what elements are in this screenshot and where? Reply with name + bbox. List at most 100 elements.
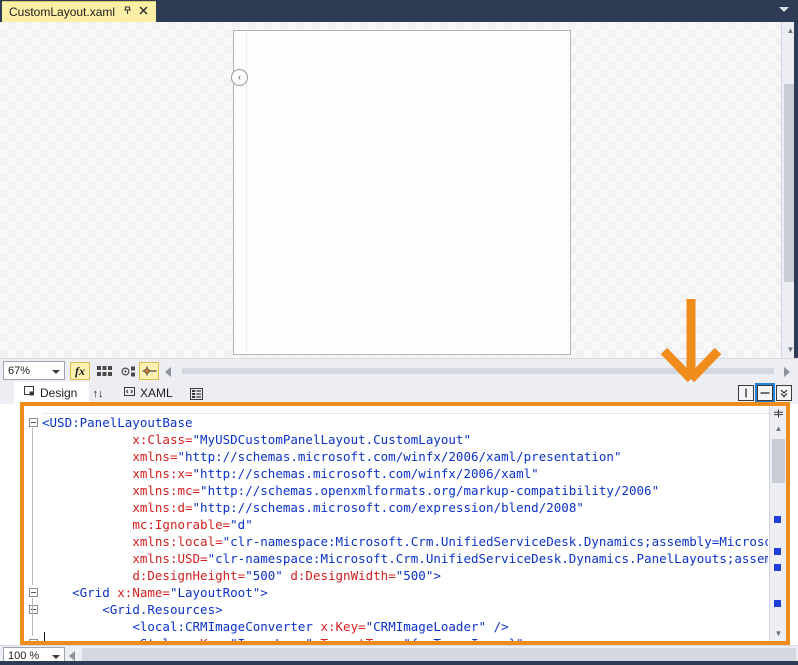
code-token: x:Key= [185,636,230,641]
close-icon[interactable] [138,5,151,19]
editor-outlining-gutter[interactable] [24,406,42,641]
scrollbar-change-marker [774,564,781,571]
code-token: d:DesignWidth= [290,568,396,583]
outlining-toggle[interactable] [24,601,42,618]
design-canvas-artboard[interactable] [233,30,571,355]
code-token: "CRMImageLoader" [365,619,487,634]
code-token: "ImageLogo" [230,636,313,641]
effects-fx-button[interactable]: fx [70,362,90,380]
code-token: xmlns:local= [132,534,223,549]
code-token: /> [486,619,509,634]
code-line: x:Class="MyUSDCustomPanelLayout.CustomLa… [42,431,768,448]
toolbar-scroll-left-icon[interactable] [165,367,171,377]
toolbar-scroll-right-icon[interactable] [784,367,790,377]
scroll-down-glyph: ▼ [774,629,783,638]
design-surface[interactable]: ‹ [0,22,798,358]
design-view-icon [24,386,35,400]
code-token: "http://schemas.openxmlformats.org/marku… [200,483,660,498]
collapse-box-icon[interactable] [28,639,38,641]
scrollbar-change-marker [774,600,781,607]
code-token: "500" [245,568,283,583]
code-token: "http://schemas.microsoft.com/winfx/2006… [177,449,622,464]
code-token: "LayoutRoot" [169,585,261,600]
grid-icon[interactable] [94,362,114,380]
hscroll-left-button[interactable] [69,651,75,661]
editor-vertical-scrollbar[interactable]: ▲ ▼ [769,406,786,641]
xaml-code-editor[interactable]: <USD:PanelLayoutBase x:Class="MyUSDCusto… [24,406,786,641]
editor-scroll-up-button[interactable]: ▲ [770,421,786,436]
code-line: <local:CRMImageConverter x:Key="CRMImage… [42,618,768,635]
code-line: mc:Ignorable="d" [42,516,768,533]
chevron-down-icon [52,370,60,374]
outlining-toggle[interactable] [24,584,42,601]
code-token: x:Key= [320,619,366,634]
code-token: > [433,568,441,583]
scrollbar-change-marker [774,516,781,523]
view-tab-strip: Design ↑↓ XAML [0,382,798,404]
zoom-level-dropdown[interactable]: 67% [3,361,65,380]
xaml-code-icon [124,386,135,400]
tab-design[interactable]: Design [14,382,90,404]
code-line: <Style x:Key="ImageLogo" TargetType="{x:… [42,635,768,641]
code-token: x:Name= [117,585,170,600]
tab-xaml-label: XAML [140,386,173,400]
editor-scrollbar-thumb[interactable] [772,439,785,483]
split-vertical-icon[interactable] [738,385,754,401]
collapse-pane-icon[interactable] [776,385,792,401]
zoom-level-value: 67% [8,364,31,377]
editor-scroll-down-button[interactable]: ▼ [770,626,786,641]
code-token: "MyUSDCustomPanelLayout.CustomLayout" [192,432,471,447]
outlining-toggle[interactable] [24,635,42,641]
effects-crosshair-icon[interactable] [139,362,159,380]
code-line: <Grid x:Name="LayoutRoot"> [42,584,768,601]
code-token: "500" [395,568,434,583]
toolbar-overflow-track[interactable] [182,368,774,374]
code-token: > [524,636,532,641]
code-line: xmlns="http://schemas.microsoft.com/winf… [42,448,768,465]
pin-icon[interactable] [122,5,135,19]
xaml-code-editor-highlighted: <USD:PanelLayoutBase x:Class="MyUSDCusto… [20,402,790,645]
code-token: "clr-namespace:Microsoft.Crm.UnifiedServ… [207,551,768,566]
code-token: > [260,585,268,600]
snap-to-grid-icon[interactable] [118,362,138,380]
code-token: <Grid.Resources> [102,602,223,617]
editor-top-separator [24,406,786,414]
collapse-box-icon[interactable] [28,605,38,614]
swap-panes-icon[interactable]: ↑↓ [88,385,108,402]
collapse-box-icon[interactable] [28,418,38,427]
code-text-area[interactable]: <USD:PanelLayoutBase x:Class="MyUSDCusto… [42,414,768,641]
code-token: mc:Ignorable= [132,517,231,532]
split-layout-buttons [738,383,792,403]
collapse-box-icon[interactable] [28,588,38,597]
code-token: <local:CRMImageConverter [132,619,321,634]
tab-design-label: Design [40,386,78,400]
chevron-down-icon[interactable] [779,7,789,12]
title-bar: CustomLayout.xaml [0,0,798,22]
code-token: xmlns:d= [132,500,193,515]
window-right-edge [794,22,798,358]
visual-studio-xaml-designer: CustomLayout.xaml ‹ ▲ ▼ 67% fx Design ↑↓… [0,0,798,665]
code-token: xmlns:x= [132,466,193,481]
tab-xaml[interactable]: XAML [114,382,185,404]
document-tab-customlayout-xaml[interactable]: CustomLayout.xaml [2,1,157,22]
collapse-left-icon[interactable]: ‹ [231,69,248,86]
outlining-toggle[interactable] [24,414,42,431]
fx-label: fx [75,363,85,378]
split-horizontal-icon[interactable] [755,383,775,403]
properties-window-icon[interactable] [186,385,206,402]
outlining-guide [32,428,33,585]
code-line: xmlns:d="http://schemas.microsoft.com/ex… [42,499,768,516]
editor-split-handle[interactable] [770,406,786,421]
swap-panes-glyph: ↑↓ [92,387,104,400]
code-token: "d" [230,517,253,532]
text-caret [44,632,45,641]
code-token: xmlns:mc= [132,483,201,498]
code-token: TargetType= [320,636,403,641]
